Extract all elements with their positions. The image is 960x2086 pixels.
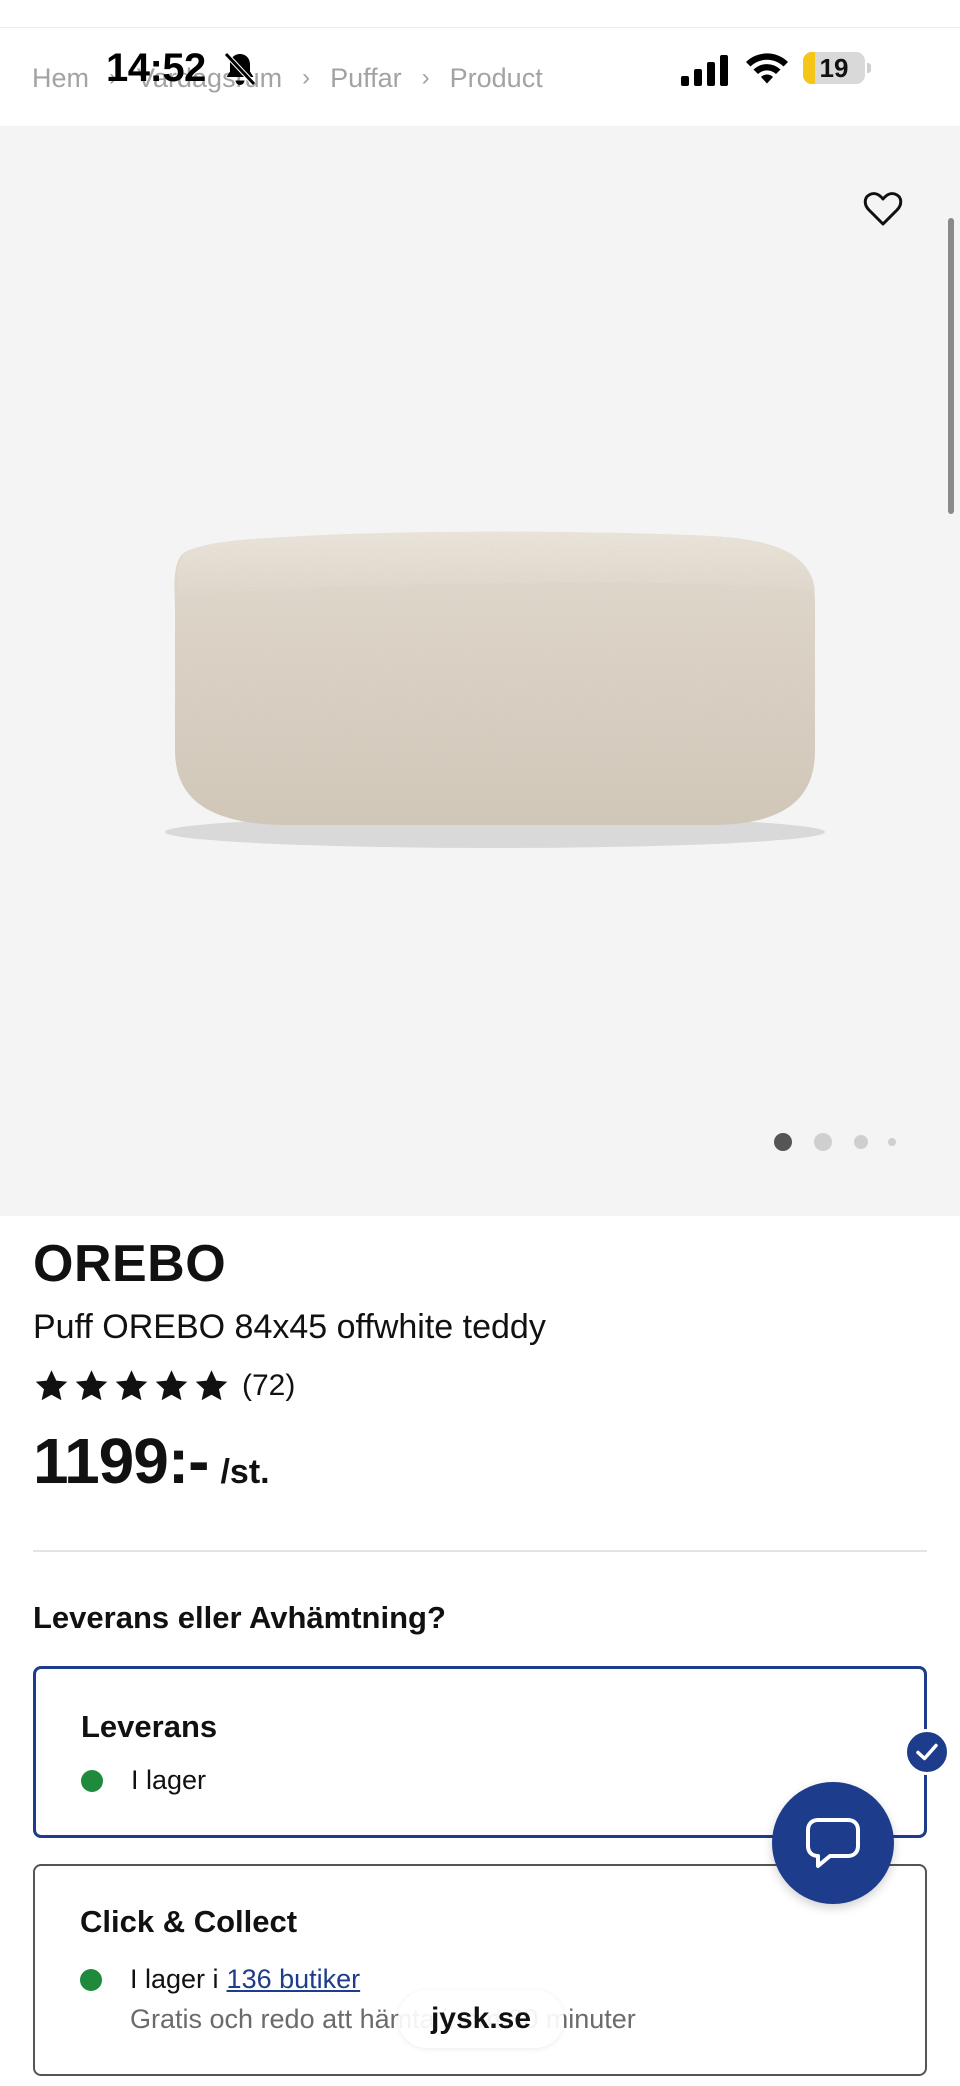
star-icon (75, 1370, 108, 1401)
in-stock-dot-icon (81, 1769, 103, 1792)
favorite-button[interactable] (860, 186, 906, 232)
star-icon (35, 1370, 68, 1401)
gallery-pagination[interactable] (770, 1130, 900, 1154)
chevron-right-icon: › (302, 64, 311, 91)
star-icon (195, 1370, 228, 1401)
checkmark-icon (916, 1743, 938, 1761)
gallery-dot[interactable] (814, 1133, 832, 1151)
price-unit: /st. (220, 1453, 270, 1491)
delivery-question: Leverans eller Avhämtning? (33, 1600, 446, 1635)
gallery-dot[interactable] (888, 1138, 896, 1146)
product-price: 1199:- /st. (33, 1424, 270, 1497)
battery-fill (803, 52, 815, 84)
breadcrumb-product: Product (449, 62, 543, 93)
product-rating[interactable]: (72) (33, 1366, 295, 1406)
breadcrumb-poufs[interactable]: Puffar (330, 63, 402, 94)
product-brand: OREBO (33, 1235, 227, 1293)
chat-bubble-icon (806, 1818, 860, 1868)
battery-level: 19 (819, 53, 849, 83)
divider (33, 1550, 927, 1552)
battery-indicator: 19 (803, 52, 871, 84)
price-amount: 1199:- (33, 1425, 209, 1497)
stock-status: I lager i 136 butiker (80, 1964, 360, 1995)
option-title: Leverans (81, 1709, 218, 1744)
breadcrumb-living-room[interactable]: Vardagsrum (137, 63, 282, 94)
page-scrollbar[interactable] (948, 218, 954, 514)
top-strip (0, 0, 960, 28)
in-stock-dot-icon (80, 1968, 102, 1991)
heart-outline-icon (863, 192, 903, 226)
gallery-dot[interactable] (854, 1135, 868, 1149)
stock-text: I lager i (130, 1964, 219, 1994)
chevron-right-icon: › (421, 64, 430, 91)
product-image-pouf (165, 531, 825, 848)
product-name: Puff OREBO 84x45 offwhite teddy (33, 1308, 546, 1346)
gallery-dot[interactable] (774, 1133, 792, 1151)
wifi-icon (746, 53, 788, 84)
stores-link[interactable]: 136 butiker (227, 1964, 361, 1995)
chevron-right-icon: › (109, 64, 118, 91)
star-icon (155, 1370, 188, 1401)
star-icon (115, 1370, 148, 1401)
selected-check-badge (904, 1729, 950, 1775)
review-count[interactable]: (72) (242, 1369, 295, 1403)
chat-button[interactable] (772, 1782, 894, 1904)
stock-text: I lager (131, 1765, 207, 1795)
option-title: Click & Collect (80, 1904, 298, 1939)
cellular-signal-icon (681, 55, 728, 86)
star-rating (33, 1368, 230, 1404)
browser-url-bar[interactable]: jysk.se (398, 1990, 564, 2048)
breadcrumb: Hem › Vardagsrum › Puffar › Product (32, 58, 543, 98)
stock-status: I lager (81, 1765, 206, 1796)
breadcrumb-home[interactable]: Hem (32, 63, 89, 94)
